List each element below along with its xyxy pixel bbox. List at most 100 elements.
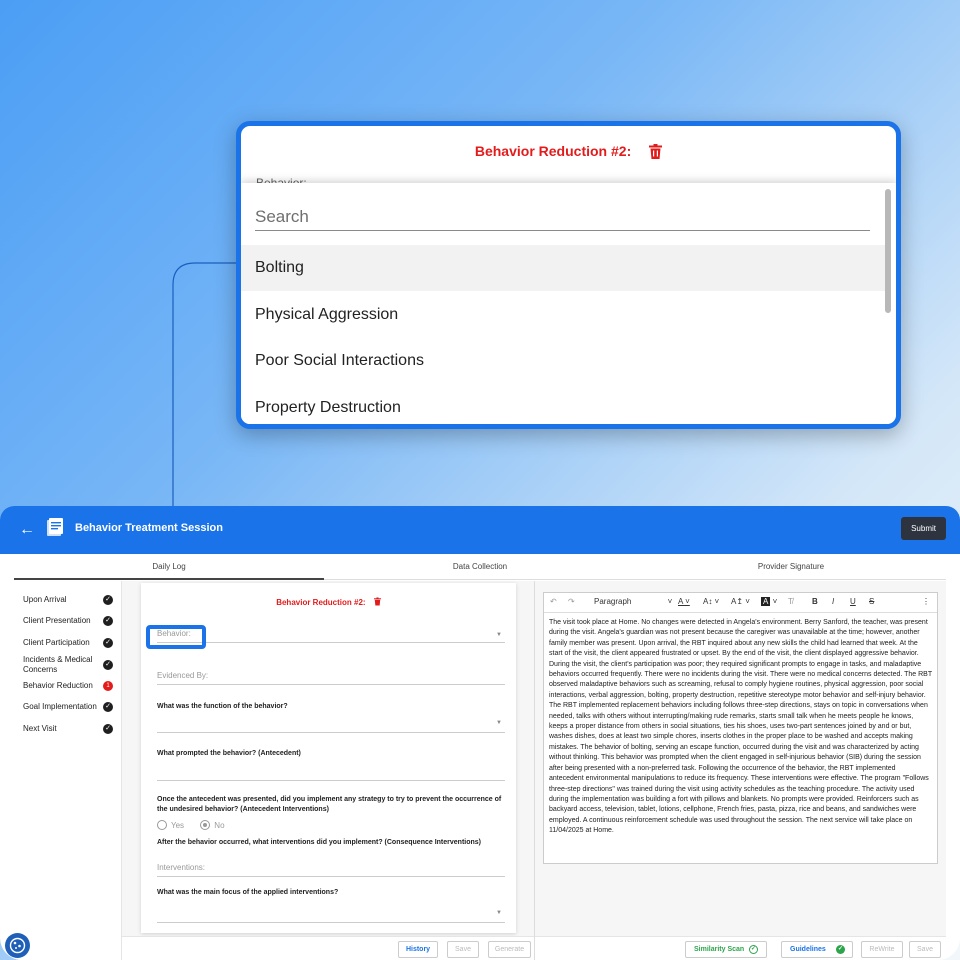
sidebar-item-label: Upon Arrival <box>23 595 67 604</box>
sidebar-item-label: Next Visit <box>23 724 57 733</box>
focus-select[interactable]: ▼ <box>157 907 505 923</box>
tab-daily-log[interactable]: Daily Log <box>14 554 324 580</box>
strikethrough-icon[interactable]: S <box>869 597 874 606</box>
check-circle-outline-icon: ✓ <box>749 945 758 954</box>
sidebar-item-upon-arrival[interactable]: Upon Arrival ✓ <box>23 595 113 605</box>
caret-down-icon: ▼ <box>496 720 502 726</box>
trash-icon[interactable] <box>373 597 381 608</box>
option-poor-social-interactions[interactable]: Poor Social Interactions <box>241 338 886 384</box>
section-sidebar: Upon Arrival ✓ Client Presentation ✓ Cli… <box>14 581 122 960</box>
history-button[interactable]: History <box>398 941 438 958</box>
behavior-field-highlight <box>146 625 206 649</box>
sidebar-item-label: Goal Implementation <box>23 702 97 711</box>
radio-circle-selected <box>200 820 211 830</box>
rich-text-editor[interactable]: ↶ ↷ Paragraph ˅ A ˅ A↕ ˅ A↥ ˅ A ˅ T̸ B I… <box>543 592 938 864</box>
check-circle-icon: ✓ <box>103 724 113 734</box>
question-antecedent-interventions: Once the antecedent was presented, did y… <box>157 796 502 813</box>
sidebar-item-client-participation[interactable]: Client Participation ✓ <box>23 638 113 648</box>
sidebar-item-label: Incidents & Medical Concerns <box>23 655 93 674</box>
similarity-scan-label: Similarity Scan <box>694 946 745 953</box>
caret-down-icon: ▼ <box>496 910 502 916</box>
sidebar-item-client-presentation[interactable]: Client Presentation ✓ <box>23 616 113 626</box>
similarity-scan-button[interactable]: Similarity Scan ✓ <box>685 941 767 958</box>
search-input[interactable] <box>255 203 870 231</box>
caret-down-icon: ▼ <box>496 632 502 638</box>
behavior-select[interactable]: Behavior: ▼ <box>157 629 505 643</box>
app-window: ← Behavior Treatment Session Submit Dail… <box>0 506 960 960</box>
screenshot-frame: Behavior Reduction #2: Behavior: Bolting… <box>0 0 960 960</box>
radio-no-label: No <box>214 821 225 830</box>
sidebar-item-label: Client Participation <box>23 638 90 647</box>
question-main-focus: What was the main focus of the applied i… <box>157 889 339 896</box>
underline-icon[interactable]: U <box>850 597 856 606</box>
editor-footer: Similarity Scan ✓ Guidelines ✓ ReWrite S… <box>535 936 946 960</box>
redo-icon[interactable]: ↷ <box>568 597 575 606</box>
option-physical-aggression[interactable]: Physical Aggression <box>241 292 886 338</box>
option-bolting[interactable]: Bolting <box>241 245 886 291</box>
menu-scrollbar[interactable] <box>885 189 891 313</box>
radio-no[interactable]: No <box>200 820 225 830</box>
paragraph-style-label: Paragraph <box>594 597 632 606</box>
trash-icon[interactable] <box>649 144 663 162</box>
check-circle-icon: ✓ <box>103 638 113 648</box>
behavior-options-menu: Bolting Physical Aggression Poor Social … <box>241 183 896 424</box>
check-circle-icon: ✓ <box>103 595 113 605</box>
strategy-radio-group: Yes No <box>157 820 225 830</box>
tab-provider-signature[interactable]: Provider Signature <box>636 554 946 580</box>
page-title: Behavior Treatment Session <box>75 522 223 534</box>
sidebar-item-label: Client Presentation <box>23 616 91 625</box>
italic-icon[interactable]: I <box>832 597 834 606</box>
radio-yes[interactable]: Yes <box>157 820 184 830</box>
tab-data-collection[interactable]: Data Collection <box>325 554 635 580</box>
app-header: ← Behavior Treatment Session Submit <box>0 506 960 554</box>
check-circle-icon: ✓ <box>103 702 113 712</box>
question-function: What was the function of the behavior? <box>157 703 288 710</box>
submit-button[interactable]: Submit <box>901 517 946 540</box>
sidebar-item-goal-implementation[interactable]: Goal Implementation ✓ <box>23 702 113 712</box>
check-circle-icon: ✓ <box>103 616 113 626</box>
antecedent-field[interactable] <box>157 765 505 781</box>
editor-toolbar: ↶ ↷ Paragraph ˅ A ˅ A↕ ˅ A↥ ˅ A ˅ T̸ B I… <box>544 593 937 613</box>
evidenced-by-placeholder: Evidenced By: <box>157 671 209 680</box>
text-case-icon[interactable]: A↥ ˅ <box>731 597 750 606</box>
back-arrow-icon[interactable]: ← <box>19 521 35 539</box>
save-note-button[interactable]: Save <box>909 941 941 958</box>
sidebar-item-label: Behavior Reduction <box>23 681 93 690</box>
panel-divider <box>534 581 535 960</box>
form-section-title: Behavior Reduction #2: <box>141 597 516 608</box>
sidebar-item-behavior-reduction[interactable]: Behavior Reduction 1 <box>23 681 113 691</box>
undo-icon[interactable]: ↶ <box>550 597 557 606</box>
interventions-placeholder: Interventions: <box>157 863 206 872</box>
sidebar-item-next-visit[interactable]: Next Visit ✓ <box>23 724 113 734</box>
font-color-icon[interactable]: A ˅ <box>678 597 690 606</box>
generate-button[interactable]: Generate <box>488 941 531 958</box>
more-options-icon[interactable]: ⋮ <box>922 597 930 606</box>
form-footer: History Save Generate <box>122 936 534 960</box>
paragraph-style-select[interactable]: Paragraph ˅ <box>594 597 672 606</box>
document-stack-icon <box>45 516 67 543</box>
question-antecedent: What prompted the behavior? (Antecedent) <box>157 750 301 757</box>
save-button[interactable]: Save <box>447 941 479 958</box>
error-badge: 1 <box>103 681 113 691</box>
check-circle-icon: ✓ <box>836 945 845 954</box>
sidebar-item-incidents[interactable]: Incidents & Medical Concerns ✓ <box>23 655 113 675</box>
radio-circle <box>157 820 167 830</box>
zoom-section-title-text: Behavior Reduction #2: <box>474 143 632 159</box>
font-size-icon[interactable]: A↕ ˅ <box>703 597 719 606</box>
evidenced-by-field[interactable]: Evidenced By: <box>157 671 505 685</box>
cookie-settings-icon[interactable] <box>5 933 30 958</box>
check-circle-icon: ✓ <box>103 660 113 670</box>
rewrite-button[interactable]: ReWrite <box>861 941 903 958</box>
function-select[interactable]: ▼ <box>157 717 505 733</box>
interventions-field[interactable]: Interventions: <box>157 863 505 877</box>
zoomed-behavior-dropdown: Behavior Reduction #2: Behavior: Bolting… <box>236 121 901 429</box>
chevron-down-icon: ˅ <box>667 597 673 606</box>
option-property-destruction[interactable]: Property Destruction <box>241 385 886 424</box>
guidelines-button[interactable]: Guidelines ✓ <box>781 941 853 958</box>
bold-icon[interactable]: B <box>812 597 818 606</box>
clear-format-icon[interactable]: T̸ <box>788 597 793 606</box>
highlight-color-icon[interactable]: A ˅ <box>761 597 777 606</box>
zoom-section-title: Behavior Reduction #2: <box>241 143 896 162</box>
tab-bar: Daily Log Data Collection Provider Signa… <box>14 554 946 580</box>
session-note-text[interactable]: The visit took place at Home. No changes… <box>544 613 937 842</box>
